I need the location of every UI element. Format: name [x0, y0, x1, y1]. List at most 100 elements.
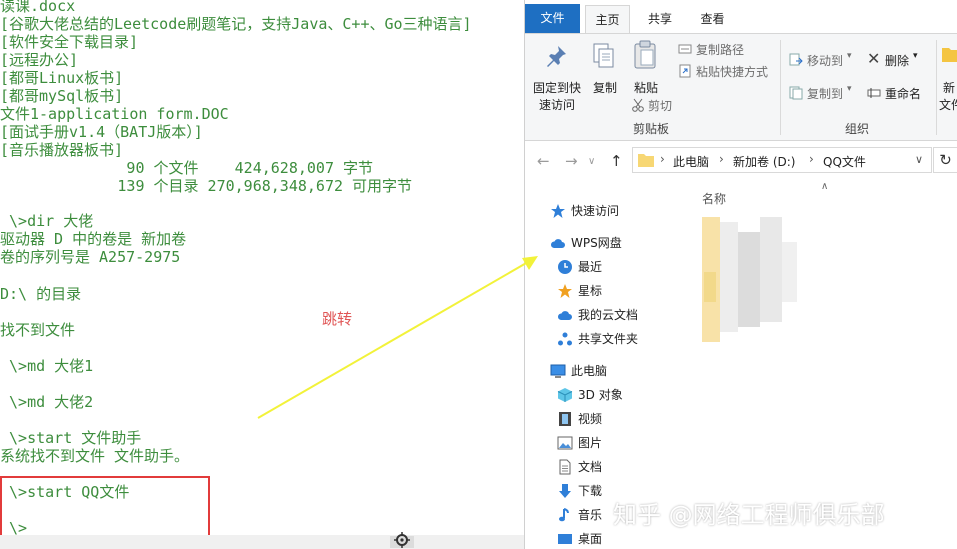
new-folder-button[interactable]: 新 文件 [939, 42, 957, 112]
picture-icon [557, 435, 573, 451]
console-line: [都哥mySql板书] [0, 87, 124, 105]
new-folder-label-2: 文件 [939, 98, 957, 112]
copy-label: 复制 [593, 81, 618, 95]
tab-view[interactable]: 查看 [690, 5, 735, 33]
nav-desktop[interactable]: 桌面 [557, 528, 602, 549]
rename-label: 重命名 [885, 87, 922, 101]
rename-button[interactable]: 重命名 [867, 84, 929, 102]
console-line: 139 个目录 270,968,348,672 可用字节 [0, 177, 413, 195]
column-header-name[interactable]: 名称 [702, 190, 726, 207]
move-to-label: 移动到 [807, 54, 844, 68]
nav-pictures[interactable]: 图片 [557, 432, 602, 454]
nav-label: 图片 [578, 436, 603, 450]
blurred-file-icon[interactable] [702, 217, 802, 342]
pin-quick-access-button[interactable]: 固定到快 速访问 [529, 38, 583, 118]
desktop-icon [557, 531, 573, 547]
cut-button[interactable]: 剪切 [631, 96, 681, 114]
console-line: [软件安全下载目录] [0, 33, 139, 51]
film-icon [557, 411, 573, 427]
delete-x-icon: ✕ [867, 49, 881, 68]
pin-icon [547, 46, 566, 67]
tab-share[interactable]: 共享 [635, 5, 685, 33]
jump-annotation-label: 跳转 [322, 310, 353, 328]
download-arrow-icon [557, 483, 573, 499]
console-line: [音乐播放器板书] [0, 141, 124, 159]
document-icon [557, 459, 573, 475]
move-to-dropdown-icon: ▾ [847, 51, 852, 61]
console-line: D:\ 的目录 [0, 285, 82, 303]
nav-this-pc[interactable]: 此电脑 [550, 360, 607, 382]
nav-label: 文档 [578, 460, 603, 474]
nav-starred[interactable]: 星标 [557, 280, 602, 302]
tab-file[interactable]: 文件 [525, 4, 580, 33]
delete-button[interactable]: ✕ 删除 ▾ [867, 49, 927, 69]
breadcrumb-separator: › [719, 152, 724, 166]
tab-home[interactable]: 主页 [585, 5, 630, 33]
back-button[interactable]: ← [537, 152, 550, 170]
copy-path-icon [678, 44, 692, 54]
recent-locations-dropdown-icon[interactable]: ∨ [588, 156, 595, 167]
move-to-button[interactable]: 移动到 ▾ [789, 51, 859, 69]
copy-to-dropdown-icon: ▾ [847, 84, 852, 94]
nav-label: WPS网盘 [571, 236, 622, 250]
paste-button[interactable]: 粘贴 [627, 38, 663, 98]
nav-music[interactable]: 音乐 [557, 504, 602, 526]
nav-label: 我的云文档 [578, 308, 639, 322]
nav-wps-drive[interactable]: WPS网盘 [550, 232, 622, 254]
console-line: \>md 大佬2 [0, 393, 94, 411]
copy-to-label: 复制到 [807, 87, 844, 101]
rename-icon [867, 88, 881, 98]
pin-label-2: 速访问 [539, 98, 576, 112]
share-icon [557, 331, 573, 347]
nav-videos[interactable]: 视频 [557, 408, 602, 430]
star-icon [557, 283, 573, 299]
clipboard-group-label: 剪贴板 [633, 122, 670, 136]
new-folder-label-1: 新 [943, 81, 956, 95]
console-horizontal-scrollbar[interactable] [0, 535, 524, 549]
console-line: \>dir 大佬 [0, 212, 94, 230]
nav-cloud-docs[interactable]: 我的云文档 [557, 304, 638, 326]
forward-button[interactable]: → [565, 152, 578, 170]
console-line: 系统找不到文件 文件助手。 [0, 447, 190, 465]
paste-shortcut-button[interactable]: 粘贴快捷方式 [678, 62, 778, 80]
nav-documents[interactable]: 文档 [557, 456, 602, 478]
highlight-box [0, 476, 210, 539]
up-button[interactable]: ↑ [610, 152, 623, 170]
nav-quick-access[interactable]: 快速访问 [550, 200, 619, 222]
breadcrumb-this-pc[interactable]: 此电脑 [673, 153, 709, 170]
copy-to-button[interactable]: 复制到 ▾ [789, 84, 859, 102]
address-bar[interactable]: › 此电脑 › 新加卷 (D:) › QQ文件 ∨ [632, 147, 932, 173]
console-line: \>md 大佬1 [0, 357, 94, 375]
copy-icon [593, 43, 614, 68]
paste-label: 粘贴 [634, 81, 659, 95]
breadcrumb-drive-d[interactable]: 新加卷 (D:) [733, 153, 795, 170]
move-handle-icon[interactable] [394, 532, 410, 548]
breadcrumb-separator: › [809, 152, 814, 166]
nav-shared-folder[interactable]: 共享文件夹 [557, 328, 638, 350]
ribbon-separator [936, 40, 937, 135]
organize-group-label: 组织 [845, 122, 870, 136]
delete-dropdown-icon: ▾ [913, 51, 918, 61]
console-window: 读课.docx [谷歌大佬总结的Leetcode刷题笔记，支持Java、C++、… [0, 0, 524, 535]
console-line: 读课.docx [0, 0, 76, 15]
music-note-icon [557, 507, 573, 523]
breadcrumb-qq-folder[interactable]: QQ文件 [823, 153, 866, 170]
address-dropdown-icon[interactable]: ∨ [915, 153, 923, 166]
console-line: \>start 文件助手 [0, 429, 142, 447]
copy-button[interactable]: 复制 [587, 38, 621, 118]
nav-label: 此电脑 [571, 364, 608, 378]
cube-icon [557, 387, 573, 403]
delete-label: 删除 [885, 54, 910, 68]
new-folder-icon [942, 48, 957, 62]
ribbon-home: 固定到快 速访问 复制 粘贴 复制路径 粘贴快捷方式 剪切 剪贴板 移动到 ▾ … [525, 33, 957, 141]
nav-recent[interactable]: 最近 [557, 256, 602, 278]
console-line: [面试手册v1.4（BATJ版本）] [0, 123, 203, 141]
paste-icon [634, 40, 656, 69]
nav-3d-objects[interactable]: 3D 对象 [557, 384, 623, 406]
star-icon [550, 203, 566, 219]
refresh-button[interactable]: ↻ [933, 147, 957, 173]
nav-downloads[interactable]: 下载 [557, 480, 602, 502]
move-to-icon [789, 53, 803, 66]
scissors-icon [632, 98, 644, 112]
copy-path-button[interactable]: 复制路径 [678, 40, 768, 58]
